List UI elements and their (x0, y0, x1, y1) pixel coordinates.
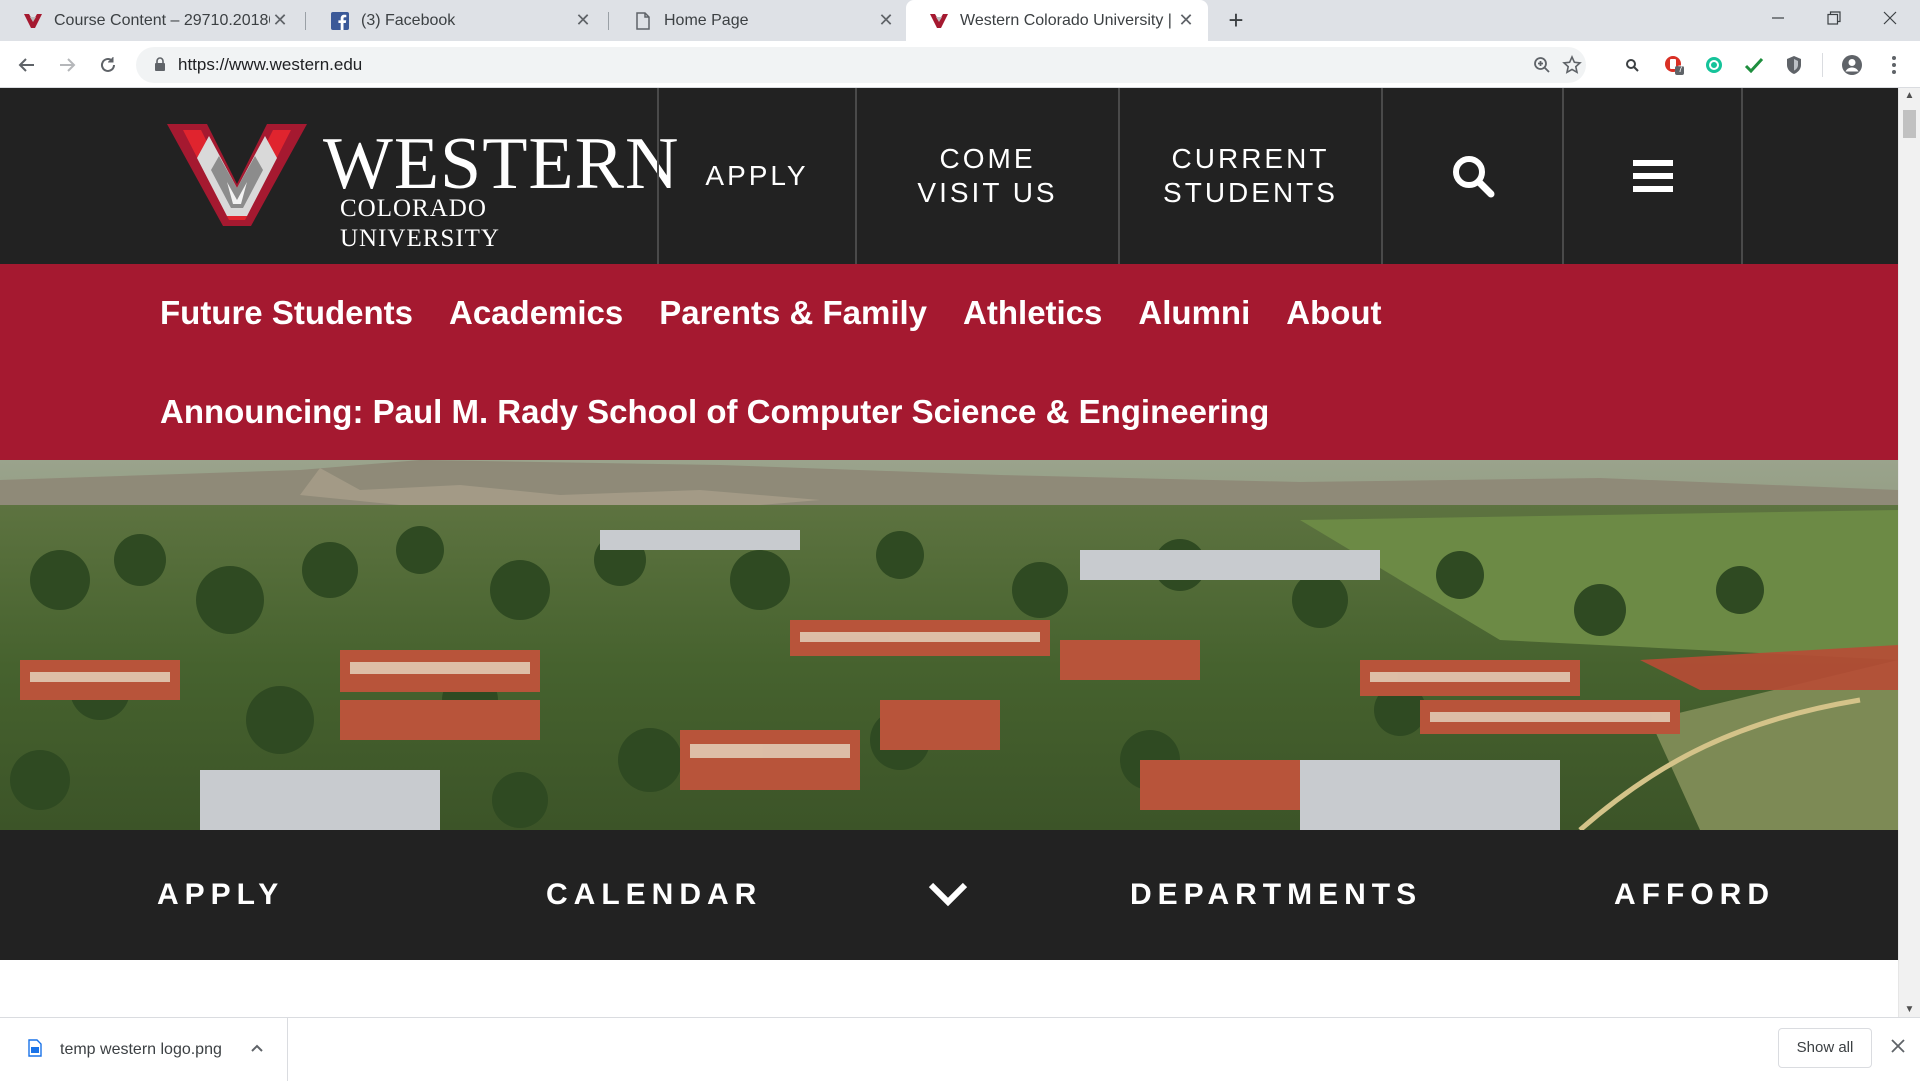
header-nav-label: APPLY (705, 160, 809, 191)
header-nav-label: COME VISIT US (917, 143, 1058, 208)
forward-arrow-icon (60, 58, 76, 72)
download-shelf: temp western logo.png Show all (0, 1017, 1920, 1081)
back-arrow-icon (18, 58, 34, 72)
scroll-up-arrow-icon[interactable]: ▲ (1899, 90, 1920, 101)
close-window-button[interactable] (1862, 0, 1918, 41)
page-icon (634, 11, 652, 30)
restore-button[interactable] (1806, 0, 1862, 41)
grammar-extension-icon[interactable] (1702, 53, 1726, 77)
bookmark-star-icon[interactable] (1560, 53, 1584, 77)
profile-icon[interactable] (1840, 53, 1864, 77)
header-nav-label: CURRENT STUDENTS (1163, 143, 1338, 208)
nav-about[interactable]: About (1286, 294, 1381, 332)
new-tab-button[interactable]: + (1222, 6, 1250, 34)
nav-future-students[interactable]: Future Students (160, 294, 413, 332)
nav-athletics[interactable]: Athletics (963, 294, 1102, 332)
university-logo[interactable]: WESTERN COLORADO UNIVERSITY (165, 123, 678, 252)
close-tab-icon[interactable]: ✕ (1176, 10, 1196, 31)
quick-link-calendar[interactable]: CALENDAR (546, 830, 762, 960)
close-icon (1883, 11, 1897, 25)
tab-western-active[interactable]: Western Colorado University | Le ✕ (906, 0, 1208, 41)
toolbar-divider (1822, 53, 1823, 77)
close-tab-icon[interactable]: ✕ (876, 10, 896, 31)
logo-subtitle: COLORADO UNIVERSITY (340, 195, 500, 252)
nav-academics[interactable]: Academics (449, 294, 623, 332)
tab-separator (305, 12, 306, 30)
url-text[interactable]: https://www.western.edu (178, 47, 362, 83)
western-w-logo-icon (167, 124, 307, 226)
back-button[interactable] (12, 50, 42, 80)
site-header: WESTERN COLORADO UNIVERSITY APPLY COME V… (0, 88, 1898, 264)
download-item[interactable]: temp western logo.png (0, 1018, 288, 1081)
close-tab-icon[interactable]: ✕ (270, 10, 290, 31)
header-menu-button[interactable] (1562, 88, 1743, 264)
close-icon (1891, 1039, 1905, 1053)
reload-button[interactable] (93, 50, 123, 80)
quick-link-afford[interactable]: AFFORD (1614, 830, 1775, 960)
tab-facebook[interactable]: (3) Facebook ✕ (307, 0, 605, 41)
address-bar[interactable]: https://www.western.edu (136, 47, 1586, 83)
zoom-icon[interactable] (1530, 53, 1554, 77)
tab-course-content[interactable]: Course Content – 29710.201802 ✕ (0, 0, 302, 41)
nav-parents-family[interactable]: Parents & Family (659, 294, 927, 332)
minimize-icon (1772, 17, 1784, 19)
facebook-icon (331, 11, 349, 30)
quick-link-apply[interactable]: APPLY (157, 830, 284, 960)
main-nav: Future Students Academics Parents & Fami… (160, 294, 1382, 332)
search-icon (1452, 156, 1494, 198)
forward-button[interactable] (52, 50, 82, 80)
reload-icon (101, 57, 115, 72)
quick-link-departments[interactable]: DEPARTMENTS (1130, 830, 1422, 960)
nav-alumni[interactable]: Alumni (1138, 294, 1250, 332)
lock-icon (155, 57, 165, 71)
chevron-up-icon[interactable] (250, 1018, 264, 1078)
header-search-button[interactable] (1381, 88, 1562, 264)
campus-aerial-hero-image (0, 460, 1898, 830)
image-file-icon (28, 1039, 42, 1057)
header-nav-current-students[interactable]: CURRENT STUDENTS (1118, 88, 1381, 264)
restore-icon (1827, 11, 1841, 25)
chevron-down-icon[interactable] (928, 877, 968, 911)
adblock-extension-icon[interactable]: 7 (1662, 53, 1686, 77)
scrollbar-thumb[interactable] (1903, 110, 1916, 138)
download-file-name: temp western logo.png (60, 1041, 222, 1058)
menu-kebab-icon[interactable] (1882, 53, 1906, 77)
hamburger-menu-icon (1632, 160, 1673, 192)
search-extension-icon[interactable] (1620, 53, 1644, 77)
header-nav-apply[interactable]: APPLY (657, 88, 855, 264)
scroll-down-arrow-icon[interactable]: ▼ (1899, 1004, 1920, 1015)
announcement-link[interactable]: Announcing: Paul M. Rady School of Compu… (160, 393, 1269, 431)
show-all-downloads-button[interactable]: Show all (1778, 1028, 1872, 1068)
tab-home-page[interactable]: Home Page ✕ (610, 0, 908, 41)
main-navigation-band: Future Students Academics Parents & Fami… (0, 264, 1898, 460)
checkmark-extension-icon[interactable] (1742, 53, 1766, 77)
page-scrollbar[interactable]: ▲ ▼ (1898, 88, 1920, 1017)
close-shelf-button[interactable] (1886, 1032, 1910, 1062)
extension-badge: 7 (1677, 64, 1683, 74)
browser-toolbar: https://www.western.edu 7 (0, 41, 1920, 88)
close-tab-icon[interactable]: ✕ (573, 10, 593, 31)
tab-separator (608, 12, 609, 30)
western-w-icon (24, 12, 42, 30)
tab-title: Course Content – 29710.201802 (54, 11, 270, 29)
tab-title: Home Page (664, 11, 749, 29)
minimize-button[interactable] (1750, 0, 1806, 41)
tab-title: (3) Facebook (361, 11, 456, 29)
shield-extension-icon[interactable] (1782, 53, 1806, 77)
western-w-icon (930, 12, 948, 30)
page-viewport: WESTERN COLORADO UNIVERSITY APPLY COME V… (0, 88, 1898, 1017)
tab-title: Western Colorado University | Le (960, 11, 1176, 29)
header-nav-visit[interactable]: COME VISIT US (855, 88, 1118, 264)
tab-strip: Course Content – 29710.201802 ✕ (3) Face… (0, 0, 1920, 41)
quick-links-bar: APPLY CALENDAR DEPARTMENTS AFFORD (0, 830, 1898, 960)
